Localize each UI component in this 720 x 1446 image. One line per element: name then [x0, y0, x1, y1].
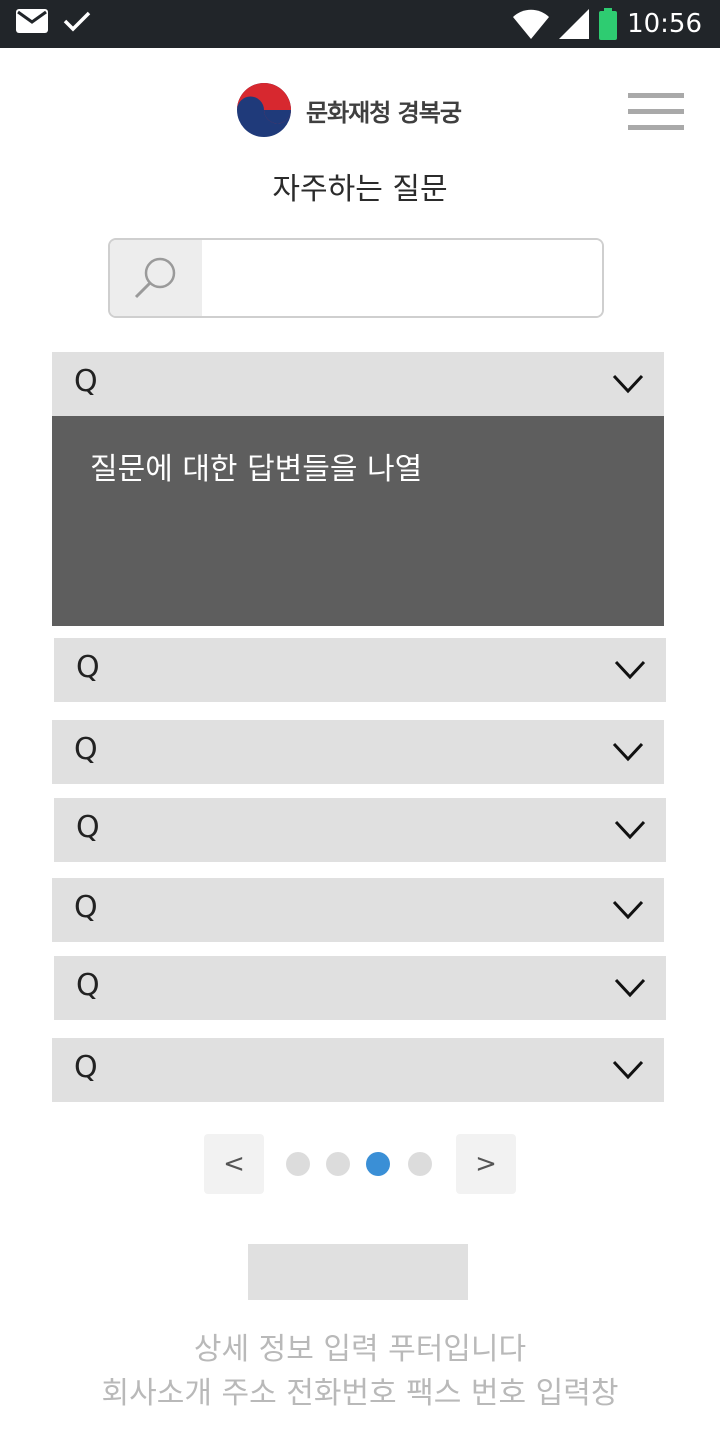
- faq-item-6[interactable]: Q: [54, 956, 666, 1020]
- wifi-icon: [513, 9, 550, 39]
- chevron-down-icon: [612, 374, 644, 394]
- chevron-down-icon: [612, 900, 644, 920]
- search-button[interactable]: [110, 240, 202, 316]
- faq-question-label: Q: [74, 364, 98, 399]
- faq-item-1[interactable]: Q: [52, 352, 664, 416]
- search-input[interactable]: [202, 240, 602, 316]
- pagination-prev-button[interactable]: <: [204, 1134, 264, 1194]
- mail-icon: [16, 9, 48, 33]
- chevron-down-icon: [614, 820, 646, 840]
- site-logo[interactable]: 문화재청 경복궁: [234, 82, 462, 138]
- footer-logo-placeholder: [248, 1244, 468, 1300]
- pagination-dot-2[interactable]: [326, 1152, 350, 1176]
- pagination-dot-1[interactable]: [286, 1152, 310, 1176]
- faq-item-4[interactable]: Q: [54, 798, 666, 862]
- pagination-next-button[interactable]: >: [456, 1134, 516, 1194]
- status-bar: 10:56: [0, 0, 720, 48]
- battery-icon: [599, 8, 618, 40]
- faq-question-label: Q: [74, 890, 98, 925]
- logo-text: 문화재청 경복궁: [306, 98, 462, 127]
- check-icon: [63, 11, 91, 32]
- chevron-down-icon: [614, 978, 646, 998]
- chevron-down-icon: [612, 1060, 644, 1080]
- faq-question-label: Q: [76, 650, 100, 685]
- faq-item-2[interactable]: Q: [54, 638, 666, 702]
- faq-question-label: Q: [74, 732, 98, 767]
- footer-info-line-1: 상세 정보 입력 푸터입니다: [193, 1332, 527, 1367]
- page-title: 자주하는 질문: [272, 172, 448, 207]
- faq-question-label: Q: [76, 968, 100, 1003]
- search-icon: [134, 257, 176, 299]
- pagination-dot-4[interactable]: [408, 1152, 432, 1176]
- status-time: 10:56: [627, 9, 702, 39]
- hamburger-bar: [628, 125, 684, 130]
- footer-info-line-2: 회사소개 주소 전화번호 팩스 번호 입력창: [101, 1376, 619, 1411]
- search-bar: [108, 238, 604, 318]
- chevron-down-icon: [612, 742, 644, 762]
- faq-answer-panel: 질문에 대한 답변들을 나열: [52, 416, 664, 626]
- faq-question-label: Q: [74, 1050, 98, 1085]
- signal-icon: [559, 9, 590, 39]
- faq-question-label: Q: [76, 810, 100, 845]
- faq-item-3[interactable]: Q: [52, 720, 664, 784]
- faq-item-5[interactable]: Q: [52, 878, 664, 942]
- menu-button[interactable]: [628, 93, 684, 130]
- hamburger-bar: [628, 109, 684, 114]
- chevron-down-icon: [614, 660, 646, 680]
- hamburger-icon: [628, 93, 684, 98]
- taegeuk-logo-icon: [237, 83, 291, 137]
- faq-item-7[interactable]: Q: [52, 1038, 664, 1102]
- faq-answer-text: 질문에 대한 답변들을 나열: [90, 452, 423, 487]
- pagination-dot-3[interactable]: [366, 1152, 390, 1176]
